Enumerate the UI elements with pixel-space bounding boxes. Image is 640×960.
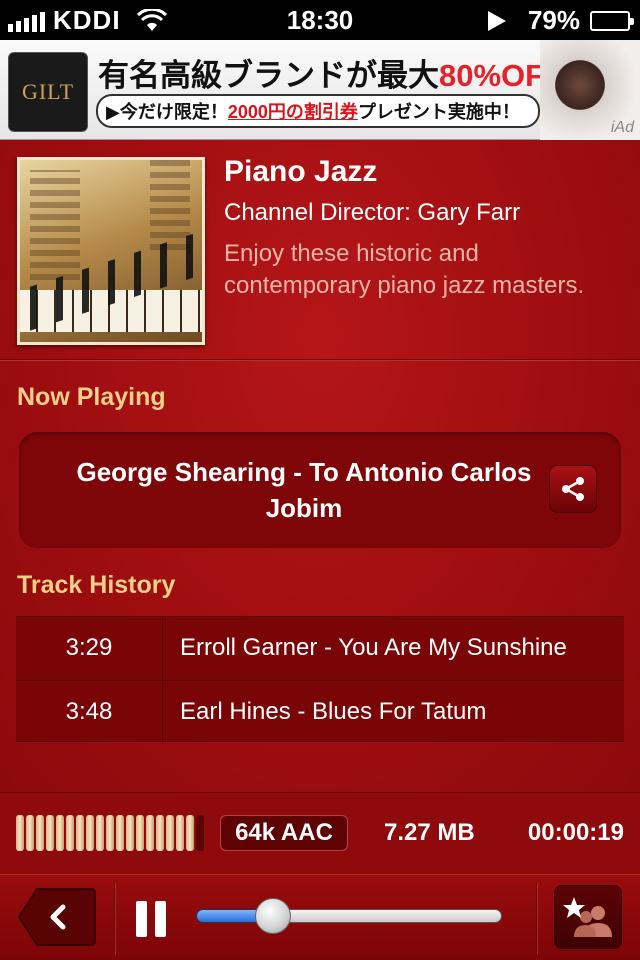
elapsed-time: 00:00:19 — [527, 819, 624, 846]
channel-description-line: contemporary piano jazz masters. — [224, 272, 585, 299]
battery-icon — [590, 10, 634, 31]
now-playing-indicator-icon — [487, 10, 506, 31]
buffer-level-segment — [56, 815, 64, 851]
buffer-level-segment — [116, 815, 124, 851]
buffer-level-segment — [166, 815, 174, 851]
divider — [536, 883, 538, 955]
buffer-level-segment — [186, 815, 194, 851]
track-title: Earl Hines - Blues For Tatum — [180, 698, 487, 725]
divider — [0, 359, 640, 361]
track-time: 3:29 — [65, 634, 113, 661]
buffer-level-segment — [106, 815, 114, 851]
favorites-button[interactable] — [554, 885, 622, 949]
now-playing-label: Now Playing — [17, 383, 166, 411]
buffer-level-segment — [46, 815, 54, 851]
track-history-row[interactable]: 3:29 Erroll Garner - You Are My Sunshine — [16, 617, 624, 679]
player-control-bar — [0, 874, 640, 960]
pause-button[interactable] — [136, 901, 166, 937]
status-bar: KDDI 18:30 79% — [0, 0, 640, 40]
channel-director: Channel Director: Gary Farr — [224, 199, 521, 226]
volume-slider-thumb[interactable] — [254, 898, 291, 934]
buffer-level-segment — [136, 815, 144, 851]
pause-icon — [136, 901, 147, 937]
volume-slider[interactable] — [196, 898, 502, 934]
ad-headline: 有名高級ブランドが最大80%OFF — [98, 50, 563, 95]
iad-badge: iAd — [610, 119, 634, 136]
buffer-level-segment — [26, 815, 34, 851]
ad-sub-prefix: ▶今だけ限定！ — [106, 102, 228, 122]
channel-album-art — [17, 157, 205, 345]
buffer-level-meter — [16, 815, 204, 851]
buffer-level-segment — [36, 815, 44, 851]
iad-banner[interactable]: GILT 有名高級ブランドが最大80%OFF ▶今だけ限定！ 2000円の割引券プ… — [0, 40, 640, 140]
ad-sub-suffix: プレゼント実施中！ — [357, 102, 520, 122]
share-icon — [562, 477, 584, 501]
buffer-level-segment — [196, 815, 204, 851]
favorites-icon — [563, 897, 612, 937]
buffer-level-segment — [176, 815, 184, 851]
data-size: 7.27 MB — [384, 819, 475, 846]
channel-description-line: Enjoy these historic and — [224, 240, 479, 267]
track-history-table: 3:29 Erroll Garner - You Are My Sunshine… — [16, 616, 624, 743]
divider — [114, 883, 116, 955]
buffer-level-segment — [146, 815, 154, 851]
channel-description: Enjoy these historic and contemporary pi… — [224, 238, 634, 302]
track-title: Erroll Garner - You Are My Sunshine — [180, 634, 567, 661]
channel-screen: Piano Jazz Channel Director: Gary Farr E… — [0, 140, 640, 792]
bitrate-badge: 64k AAC — [220, 815, 348, 851]
buffer-level-segment — [126, 815, 134, 851]
buffer-level-segment — [96, 815, 104, 851]
gilt-logo: GILT — [8, 52, 88, 132]
ad-headline-text: 有名高級ブランドが最大 — [98, 58, 439, 93]
buffer-level-segment — [16, 815, 24, 851]
buffer-level-segment — [76, 815, 84, 851]
buffer-level-segment — [86, 815, 94, 851]
ad-sub-highlight: 2000円の割引券 — [227, 102, 358, 122]
chevron-left-icon — [17, 888, 96, 946]
share-button[interactable] — [549, 465, 597, 513]
track-time: 3:48 — [65, 698, 113, 725]
ad-subline: ▶今だけ限定！ 2000円の割引券 プレゼント実施中！ — [96, 94, 540, 128]
track-history-label: Track History — [17, 571, 176, 599]
stream-info-bar: 64k AAC 7.27 MB 00:00:19 — [0, 792, 640, 874]
battery-percent: 79% — [527, 5, 580, 35]
now-playing-track-line: George Shearing - To Antonio Carlos — [76, 457, 532, 487]
back-button[interactable] — [17, 887, 97, 947]
buffer-level-segment — [66, 815, 74, 851]
now-playing-box: George Shearing - To Antonio Carlos Jobi… — [19, 432, 621, 548]
channel-title: Piano Jazz — [224, 155, 378, 188]
buffer-level-segment — [156, 815, 164, 851]
track-history-row[interactable]: 3:48 Earl Hines - Blues For Tatum — [16, 680, 624, 742]
now-playing-track: George Shearing - To Antonio Carlos Jobi… — [39, 454, 569, 526]
now-playing-track-line: Jobim — [265, 493, 343, 523]
